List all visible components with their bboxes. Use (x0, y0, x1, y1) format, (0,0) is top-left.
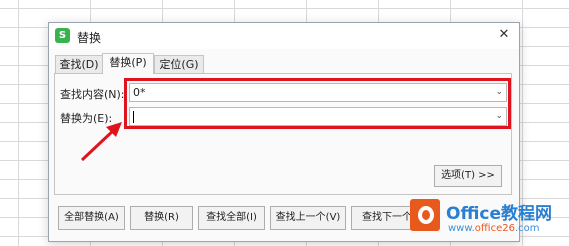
tab-replace[interactable]: 替换(P) (102, 53, 154, 74)
find-label: 查找内容(N): (60, 88, 125, 101)
office-logo-icon (410, 199, 440, 231)
dialog-title: 替换 (77, 31, 102, 45)
tab-find[interactable]: 查找(D) (55, 55, 103, 73)
annotation-arrow-icon (80, 122, 122, 162)
replace-button[interactable]: 替换(R) (130, 206, 193, 230)
watermark-title: Office教程网 (446, 204, 553, 224)
options-button[interactable]: 选项(T) >> (434, 165, 502, 187)
replace-all-button[interactable]: 全部替换(A) (58, 206, 125, 230)
highlight-box (124, 78, 511, 129)
watermark-url: www.office26.com (448, 223, 540, 234)
dialog-titlebar: S 替换 ✕ (49, 23, 519, 49)
watermark: Office教程网 www.office26.com (410, 198, 569, 246)
find-previous-button[interactable]: 查找上一个(V) (270, 206, 346, 230)
close-icon[interactable]: ✕ (495, 26, 513, 44)
tab-goto[interactable]: 定位(G) (154, 55, 204, 73)
find-all-button[interactable]: 查找全部(I) (198, 206, 265, 230)
wps-logo-icon: S (55, 28, 70, 43)
